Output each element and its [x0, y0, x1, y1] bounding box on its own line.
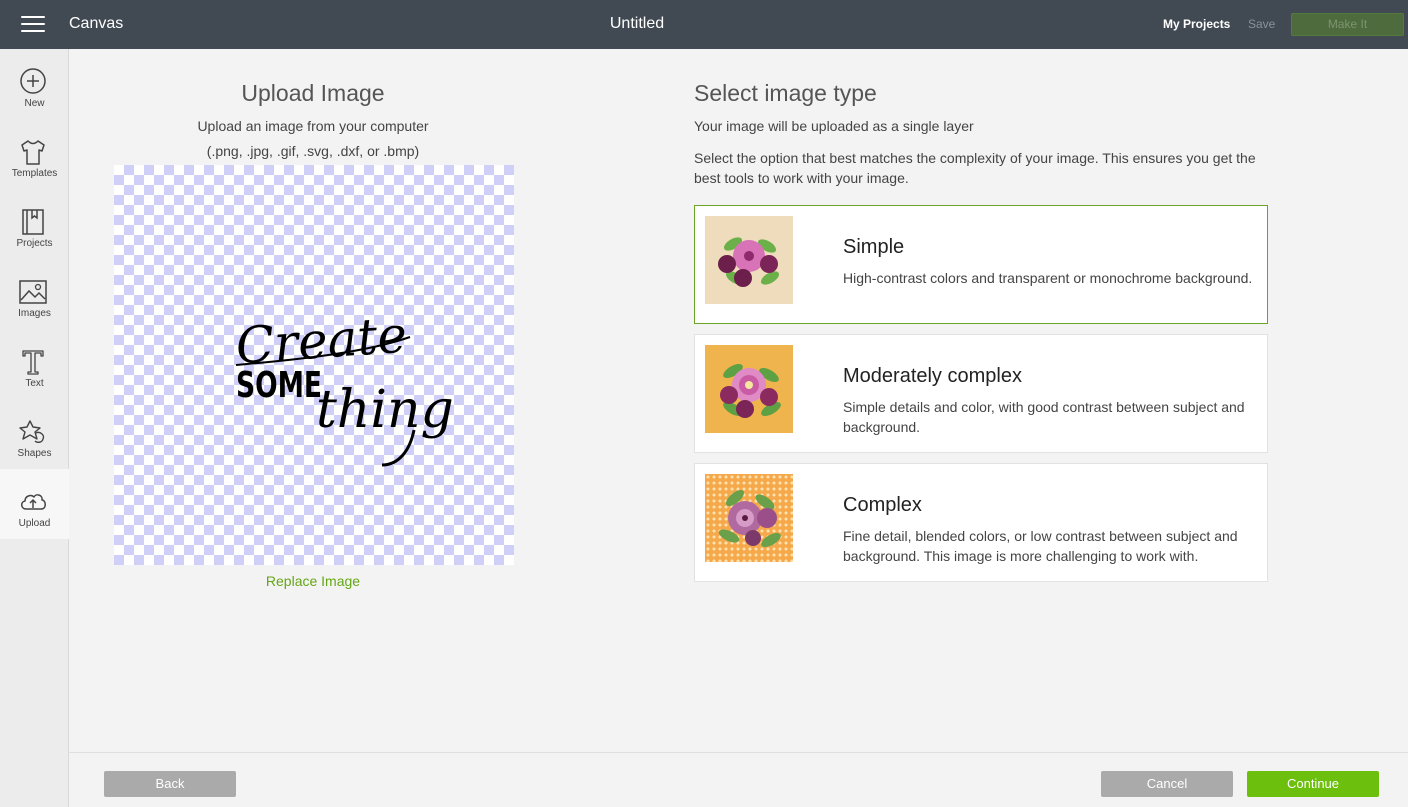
sidebar-item-label: Text [25, 378, 44, 389]
option-simple[interactable]: Simple High-contrast colors and transpar… [694, 205, 1268, 324]
sidebar-item-label: Images [18, 308, 51, 319]
text-icon [22, 350, 44, 375]
preview-text-thing: thing [316, 380, 454, 440]
replace-image-link[interactable]: Replace Image [113, 573, 513, 589]
plus-circle-icon [20, 68, 46, 94]
sidebar-item-images[interactable]: Images [0, 259, 69, 329]
sidebar-item-label: Shapes [17, 448, 52, 459]
sidebar-item-label: Templates [11, 168, 58, 179]
sidebar-item-label: Projects [16, 238, 53, 249]
sidebar-item-text[interactable]: Text [0, 329, 69, 399]
option-description: Fine detail, blended colors, or low cont… [843, 528, 1238, 564]
continue-button[interactable]: Continue [1247, 771, 1379, 797]
image-type-description: Select the option that best matches the … [694, 150, 1256, 186]
option-description: High-contrast colors and transparent or … [843, 270, 1253, 286]
sidebar: New Templates Projects Images Text Shape… [0, 49, 69, 807]
cancel-button[interactable]: Cancel [1101, 771, 1233, 797]
uploaded-image: Create SOME thing [234, 306, 454, 467]
sidebar-item-templates[interactable]: Templates [0, 119, 69, 189]
sidebar-item-shapes[interactable]: Shapes [0, 399, 69, 469]
option-name: Simple [843, 236, 905, 258]
my-projects-link[interactable]: My Projects [1163, 17, 1230, 31]
preview-text-some: SOME [236, 365, 322, 406]
moderately-complex-thumbnail [705, 345, 793, 433]
top-bar: Canvas Untitled My Projects Save Make It [0, 0, 1408, 49]
image-type-subtitle: Your image will be uploaded as a single … [694, 118, 974, 134]
option-name: Complex [843, 494, 922, 516]
sidebar-item-label: Upload [18, 518, 51, 529]
upload-formats: (.png, .jpg, .gif, .svg, .dxf, or .bmp) [206, 143, 420, 159]
upload-cloud-icon [21, 494, 46, 510]
option-complex[interactable]: Complex Fine detail, blended colors, or … [694, 463, 1268, 582]
option-description: Simple details and color, with good cont… [843, 399, 1245, 435]
sidebar-item-label: New [24, 98, 45, 109]
upload-subtitle: Upload an image from your computer [197, 118, 429, 134]
back-button[interactable]: Back [104, 771, 236, 797]
complex-thumbnail [705, 474, 793, 562]
option-moderately-complex[interactable]: Moderately complex Simple details and co… [694, 334, 1268, 453]
save-button[interactable]: Save [1248, 17, 1275, 31]
image-preview: Create SOME thing [114, 165, 514, 565]
sidebar-item-upload[interactable]: Upload [0, 469, 69, 539]
sidebar-item-new[interactable]: New [0, 49, 69, 119]
sidebar-item-projects[interactable]: Projects [0, 189, 69, 259]
image-icon [19, 280, 47, 304]
projects-book-icon [22, 209, 44, 235]
make-it-button[interactable]: Make It [1291, 13, 1404, 36]
shapes-icon [19, 420, 45, 444]
image-type-title: Select image type [694, 80, 877, 106]
option-name: Moderately complex [843, 365, 1022, 387]
document-title[interactable]: Untitled [0, 15, 1274, 33]
simple-thumbnail [705, 216, 793, 304]
upload-title: Upload Image [241, 80, 385, 106]
tshirt-icon [21, 140, 45, 165]
